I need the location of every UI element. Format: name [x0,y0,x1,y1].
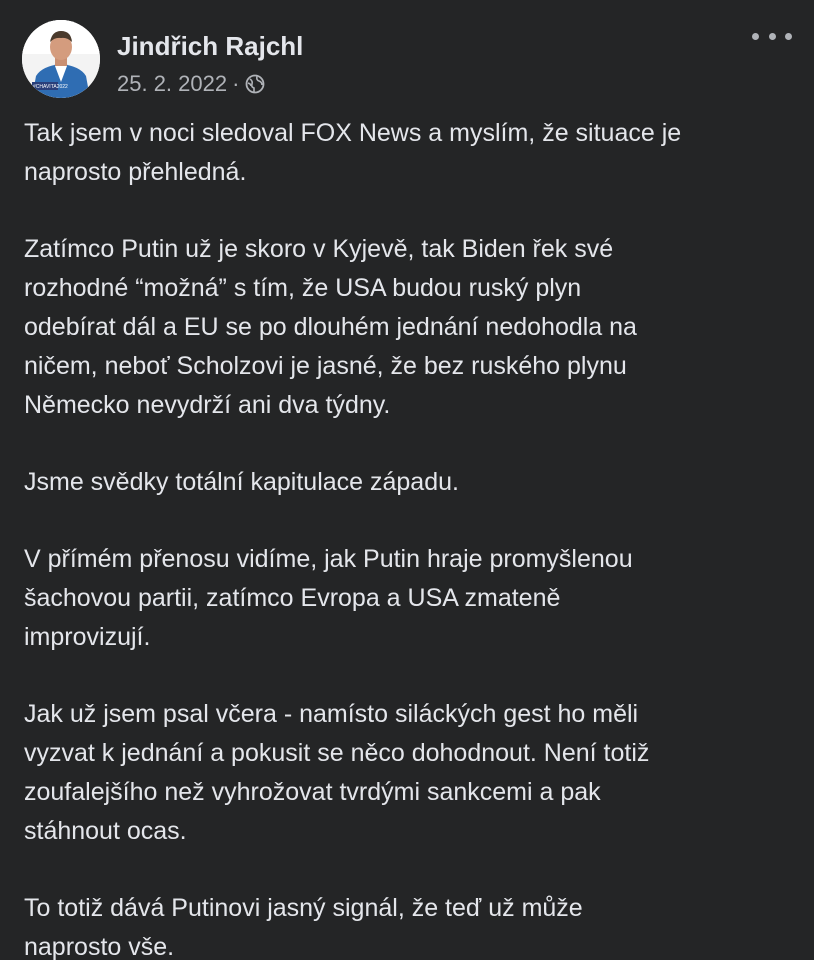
avatar-badge: #CHAVITA2022 [33,84,68,90]
post-text-line: šachovou partii, zatímco Evropa a USA zm… [24,584,561,612]
post-text-line: vyzvat k jednání a pokusit se něco dohod… [24,739,650,767]
post-text-line: ničem, neboť Scholzovi je jasné, že bez … [24,352,627,380]
post-text-line: naprosto vše. [24,933,175,960]
post-text-line: Jak už jsem psal včera - namísto silácký… [24,700,639,728]
post-text-line: V přímém přenosu vidíme, jak Putin hraje… [24,545,633,573]
avatar[interactable]: #CHAVITA2022 [22,20,100,98]
post-text: Tak jsem v noci sledoval FOX News a mysl… [24,114,794,960]
post-date[interactable]: 25. 2. 2022 [117,71,227,97]
post-text-line: Zatímco Putin už je skoro v Kyjevě, tak … [24,235,614,263]
author-name[interactable]: Jindřich Rajchl [117,31,303,62]
facebook-post: #CHAVITA2022 Jindřich Rajchl 25. 2. 2022… [0,0,814,960]
post-meta: 25. 2. 2022 · [117,70,265,98]
post-text-line: Německo nevydrží ani dva týdny. [24,391,391,419]
more-options-icon[interactable] [752,24,792,48]
post-paragraph: Tak jsem v noci sledoval FOX News a mysl… [24,114,794,192]
post-text-line: zoufalejšího než vyhrožovat tvrdými sank… [24,778,601,806]
meta-separator: · [232,71,240,96]
post-text-line: Tak jsem v noci sledoval FOX News a mysl… [24,119,682,147]
post-text-line: To totiž dává Putinovi jasný signál, že … [24,894,583,922]
post-paragraph: V přímém přenosu vidíme, jak Putin hraje… [24,540,794,657]
post-paragraph: To totiž dává Putinovi jasný signál, že … [24,889,794,960]
post-text-line: rozhodné “možná” s tím, že USA budou rus… [24,274,582,302]
post-paragraph: Jsme svědky totální kapitulace západu. [24,463,794,502]
post-text-line: odebírat dál a EU se po dlouhém jednání … [24,313,637,341]
post-text-line: naprosto přehledná. [24,158,247,186]
post-paragraph: Jak už jsem psal včera - namísto silácký… [24,695,794,851]
post-text-line: Jsme svědky totální kapitulace západu. [24,468,459,496]
post-text-line: improvizují. [24,623,151,651]
post-text-line: stáhnout ocas. [24,817,187,845]
post-paragraph: Zatímco Putin už je skoro v Kyjevě, tak … [24,230,794,425]
post-header: #CHAVITA2022 Jindřich Rajchl 25. 2. 2022… [22,20,792,100]
globe-icon[interactable] [245,74,265,94]
avatar-photo: #CHAVITA2022 [22,20,100,98]
